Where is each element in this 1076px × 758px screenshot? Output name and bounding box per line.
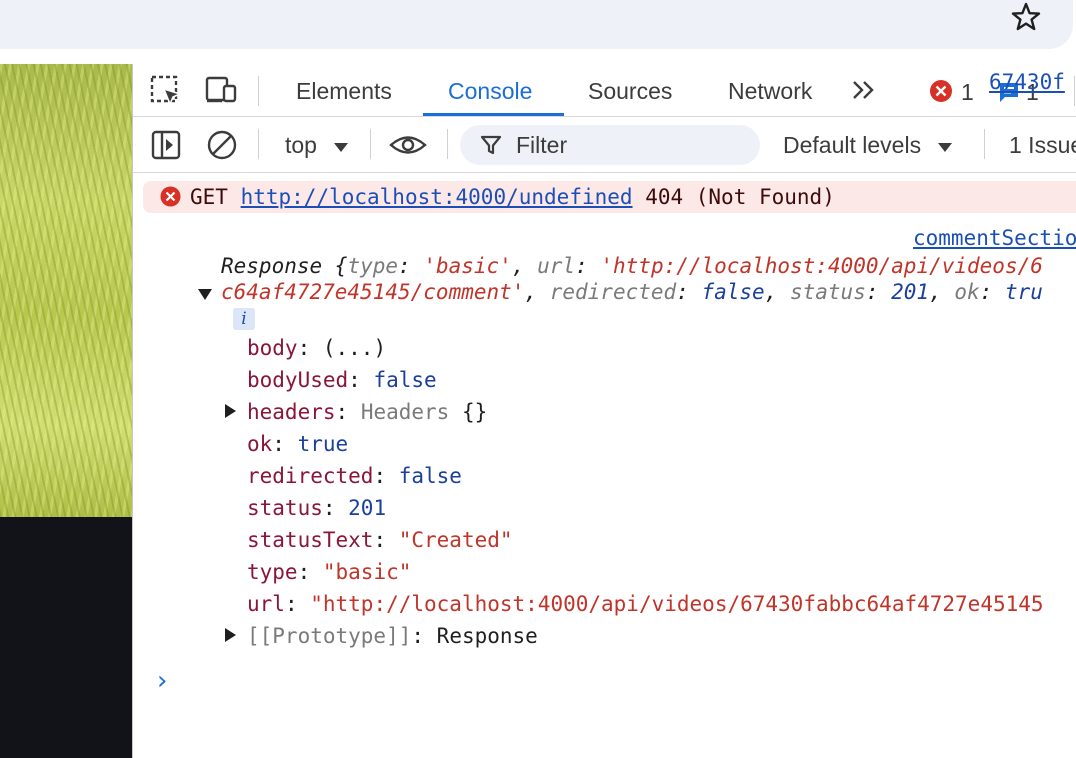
toolbar-divider (258, 76, 259, 106)
property-value: false (373, 368, 437, 392)
devtools-tabbar: Elements Console Sources Network 1 1 (133, 64, 1076, 117)
summary-class: Response (221, 254, 323, 278)
error-count[interactable]: 1 (961, 64, 974, 120)
response-summary-line2[interactable]: c64af4727e45145/comment', redirected: fa… (221, 279, 1043, 305)
property-row: statusText: "Created" (247, 528, 513, 552)
context-selector[interactable]: top (285, 117, 349, 172)
property-row[interactable]: headers: Headers {} (247, 399, 487, 425)
property-key: headers (247, 400, 336, 424)
property-value[interactable]: (...) (323, 336, 386, 360)
property-value: Headers (360, 400, 450, 424)
property-row[interactable]: [[Prototype]]: Response (247, 623, 538, 649)
collapse-triangle-icon[interactable] (197, 287, 213, 301)
property-value: 201 (348, 496, 387, 520)
response-summary-line1: Response {type: 'basic', url: 'http://lo… (221, 254, 1043, 278)
error-icon (160, 186, 181, 207)
toolbar-divider (370, 129, 371, 159)
inspect-element-icon[interactable] (149, 74, 183, 106)
issues-button[interactable]: 1 Issue (1009, 117, 1076, 173)
summary-key: ok (954, 280, 980, 304)
expand-triangle-icon[interactable] (223, 627, 237, 643)
property-key: type (247, 560, 298, 584)
context-label: top (285, 132, 317, 158)
property-value: false (398, 464, 462, 488)
property-value: "http://localhost:4000/api/videos/67430f… (310, 592, 1044, 616)
more-tabs-icon[interactable] (849, 74, 879, 106)
error-method: GET (190, 185, 228, 209)
expand-triangle-icon[interactable] (223, 403, 237, 419)
property-value: "Created" (398, 528, 513, 552)
filter-input[interactable]: Filter (460, 125, 760, 165)
address-bar[interactable] (0, 0, 1073, 49)
error-status: 404 (Not Found) (645, 185, 835, 209)
devtools-panel: Elements Console Sources Network 1 1 top… (132, 64, 1076, 758)
tab-sources[interactable]: Sources (588, 64, 672, 116)
info-icon[interactable]: i (233, 308, 255, 330)
summary-value: tru (1004, 280, 1043, 304)
property-value: "basic" (322, 560, 412, 584)
summary-value: false (701, 280, 765, 304)
error-url-link[interactable]: http://localhost:4000/undefined (241, 185, 633, 209)
toolbar-divider (1074, 76, 1075, 106)
log-levels-dropdown[interactable]: Default levels (783, 117, 953, 173)
property-key: status (247, 496, 323, 520)
toolbar-divider (447, 129, 448, 159)
console-error-row: GET http://localhost:4000/undefined 404 … (143, 181, 1076, 213)
summary-key: type (347, 254, 399, 278)
log-levels-label: Default levels (783, 132, 922, 158)
property-row: bodyUsed: false (247, 368, 437, 392)
property-row: type: "basic" (247, 560, 412, 584)
error-count-icon[interactable] (929, 79, 953, 103)
property-key: statusText (247, 528, 374, 552)
property-value: Response (436, 624, 538, 648)
property-suffix: {} (461, 400, 488, 424)
console-prompt[interactable]: › (157, 666, 167, 696)
live-expression-eye-icon[interactable] (389, 129, 427, 161)
filter-icon (480, 135, 502, 155)
sidebar-toggle-icon[interactable] (149, 129, 183, 161)
log-source-link[interactable]: commentSectio (913, 224, 1076, 252)
property-key: body (247, 336, 298, 360)
summary-key: status (789, 280, 866, 304)
toolbar-divider (258, 129, 259, 159)
error-message: GET http://localhost:4000/undefined 404 … (190, 181, 835, 213)
toolbar-divider (984, 129, 985, 159)
tab-elements[interactable]: Elements (296, 64, 392, 116)
property-row: ok: true (247, 432, 349, 456)
property-row: redirected: false (247, 464, 462, 488)
device-toolbar-icon[interactable] (204, 74, 238, 106)
property-key: [[Prototype]] (247, 624, 412, 648)
property-row: url: "http://localhost:4000/api/videos/6… (247, 592, 1044, 616)
console-toolbar: top Filter Default levels 1 Issue (133, 117, 1076, 173)
summary-key: url (537, 254, 576, 278)
error-source-link[interactable]: 67430f (989, 66, 1065, 98)
tab-console[interactable]: Console (448, 64, 532, 116)
property-row: status: 201 (247, 496, 387, 520)
tab-network[interactable]: Network (728, 64, 812, 116)
property-key: url (247, 592, 285, 616)
chevron-down-icon (938, 143, 953, 152)
property-row: body: (...) (247, 336, 387, 360)
summary-value: c64af4727e45145/comment' (221, 280, 525, 304)
browser-top-strip (0, 0, 1076, 64)
chevron-down-icon (334, 143, 349, 152)
property-value: true (297, 432, 349, 456)
summary-key: redirected (549, 280, 677, 304)
filter-placeholder: Filter (516, 132, 568, 158)
page-viewport (0, 64, 132, 758)
property-key: redirected (247, 464, 374, 488)
summary-value: 201 (891, 280, 930, 304)
active-tab-indicator (423, 113, 564, 116)
summary-value: 'basic' (423, 254, 512, 278)
property-key: ok (247, 432, 273, 456)
clear-console-icon[interactable] (205, 129, 239, 161)
property-key: bodyUsed (247, 368, 349, 392)
star-icon[interactable] (1008, 0, 1044, 34)
summary-value: 'http://localhost:4000/api/videos/6 (600, 254, 1043, 278)
grass-image (0, 64, 132, 517)
